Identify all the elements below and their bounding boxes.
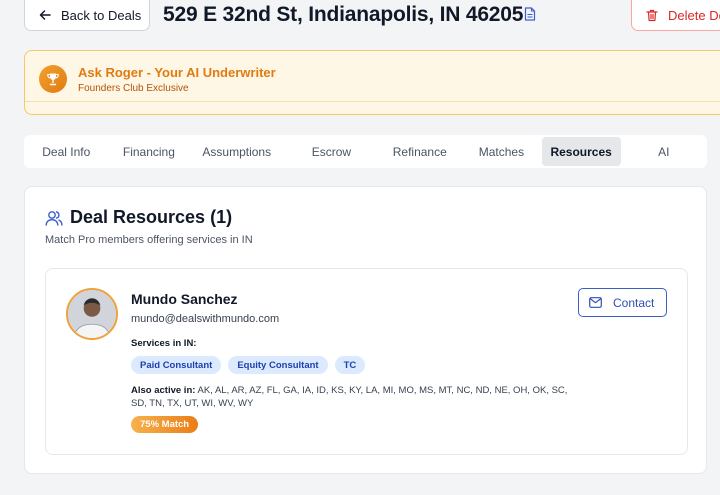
service-chip: Paid Consultant — [131, 356, 222, 374]
tab-refinance[interactable]: Refinance — [378, 137, 461, 166]
tab-assumptions[interactable]: Assumptions — [189, 137, 284, 166]
section-subtitle: Match Pro members offering services in I… — [45, 234, 253, 246]
back-label: Back to Deals — [61, 7, 142, 23]
tab-financing[interactable]: Financing — [109, 137, 190, 166]
also-active-states: Also active in: AK, AL, AR, AZ, FL, GA, … — [131, 384, 581, 410]
users-icon — [45, 211, 63, 226]
back-to-deals-button[interactable]: Back to Deals — [24, 0, 150, 31]
deal-tabs: Deal Info Financing Assumptions Escrow R… — [24, 135, 707, 168]
trophy-icon — [47, 73, 59, 86]
roger-subtitle: Founders Club Exclusive — [78, 83, 189, 94]
section-title: Deal Resources (1) — [70, 207, 233, 227]
also-active-label: Also active in: — [131, 385, 196, 396]
tab-deal-info[interactable]: Deal Info — [24, 137, 109, 166]
contact-label: Contact — [613, 295, 655, 310]
deal-resources-panel: Deal Resources (1) Match Pro members off… — [24, 186, 707, 474]
service-chip: TC — [334, 356, 366, 374]
banner-divider — [25, 101, 720, 102]
trophy-badge — [39, 65, 67, 93]
match-badge: 75% Match — [131, 416, 199, 433]
member-name: Mundo Sanchez — [131, 291, 238, 307]
tab-resources[interactable]: Resources — [541, 137, 621, 166]
delete-label: Delete Deal — [668, 7, 720, 23]
mail-icon — [589, 297, 602, 308]
avatar — [66, 288, 118, 340]
roger-title: Ask Roger - Your AI Underwriter — [78, 65, 276, 80]
tab-escrow[interactable]: Escrow — [284, 137, 378, 166]
trash-icon — [646, 9, 658, 21]
tab-ai[interactable]: AI — [621, 137, 707, 166]
also-active-list: AK, AL, AR, AZ, FL, GA, IA, ID, KS, KY, … — [131, 385, 568, 409]
top-bar: Back to Deals 529 E 32nd St, Indianapoli… — [0, 0, 720, 44]
page-title: 529 E 32nd St, Indianapolis, IN 46205 — [163, 3, 524, 26]
services-list: Paid Consultant Equity Consultant TC — [131, 356, 366, 374]
contact-button[interactable]: Contact — [578, 288, 667, 317]
service-chip: Equity Consultant — [228, 356, 328, 374]
services-label: Services in IN: — [131, 338, 197, 349]
ask-roger-banner[interactable]: Ask Roger - Your AI Underwriter Founders… — [24, 50, 720, 115]
arrow-left-icon — [39, 10, 51, 20]
document-icon[interactable] — [524, 7, 536, 21]
member-email: mundo@dealswithmundo.com — [131, 313, 280, 325]
member-card: Mundo Sanchez mundo@dealswithmundo.com S… — [45, 268, 688, 455]
person-photo-icon — [68, 290, 116, 338]
delete-deal-button[interactable]: Delete Deal — [631, 0, 720, 31]
tab-matches[interactable]: Matches — [461, 137, 542, 166]
